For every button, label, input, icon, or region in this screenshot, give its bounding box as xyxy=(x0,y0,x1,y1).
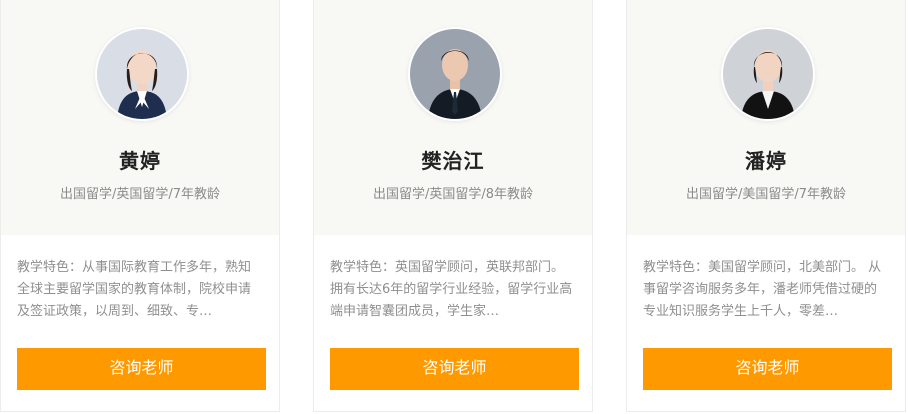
consult-teacher-button[interactable]: 咨询老师 xyxy=(643,348,892,390)
teacher-description: 教学特色：美国留学顾问，北美部门。 从事留学咨询服务多年，潘老师凭借过硬的专业知… xyxy=(643,260,882,319)
teacher-avatar xyxy=(95,27,189,121)
teacher-card-header: 樊治江 出国留学/英国留学/8年教龄 xyxy=(314,0,592,235)
teacher-name: 樊治江 xyxy=(421,149,485,173)
consult-teacher-button[interactable]: 咨询老师 xyxy=(330,348,579,390)
consult-teacher-button[interactable]: 咨询老师 xyxy=(17,348,266,390)
teacher-name: 黄婷 xyxy=(119,149,161,173)
teacher-name: 潘婷 xyxy=(745,149,787,173)
teacher-avatar xyxy=(408,27,502,121)
teacher-portrait-male-icon xyxy=(410,29,500,119)
teacher-card-header: 潘婷 出国留学/美国留学/7年教龄 xyxy=(627,0,905,235)
teacher-tags: 出国留学/美国留学/7年教龄 xyxy=(685,187,847,202)
teacher-cards: 黄婷 出国留学/英国留学/7年教龄 教学特色：从事国际教育工作多年，熟知全球主要… xyxy=(0,0,908,414)
teacher-card-header: 黄婷 出国留学/英国留学/7年教龄 xyxy=(1,0,279,235)
teacher-tags: 出国留学/英国留学/8年教龄 xyxy=(372,187,534,202)
teacher-card: 樊治江 出国留学/英国留学/8年教龄 教学特色：英国留学顾问，英联邦部门。 拥有… xyxy=(313,0,593,412)
teacher-portrait-female-icon xyxy=(723,29,813,119)
teacher-card: 潘婷 出国留学/美国留学/7年教龄 教学特色：美国留学顾问，北美部门。 从事留学… xyxy=(626,0,906,412)
teacher-description: 教学特色：从事国际教育工作多年，熟知全球主要留学国家的教育体制，院校申请及签证政… xyxy=(17,260,252,319)
teacher-description: 教学特色：英国留学顾问，英联邦部门。 拥有长达6年的留学行业经验，留学行业高端申… xyxy=(330,260,573,319)
teacher-portrait-female-icon xyxy=(97,29,187,119)
teacher-card: 黄婷 出国留学/英国留学/7年教龄 教学特色：从事国际教育工作多年，熟知全球主要… xyxy=(0,0,280,412)
teacher-avatar xyxy=(721,27,815,121)
teacher-tags: 出国留学/英国留学/7年教龄 xyxy=(59,187,221,202)
